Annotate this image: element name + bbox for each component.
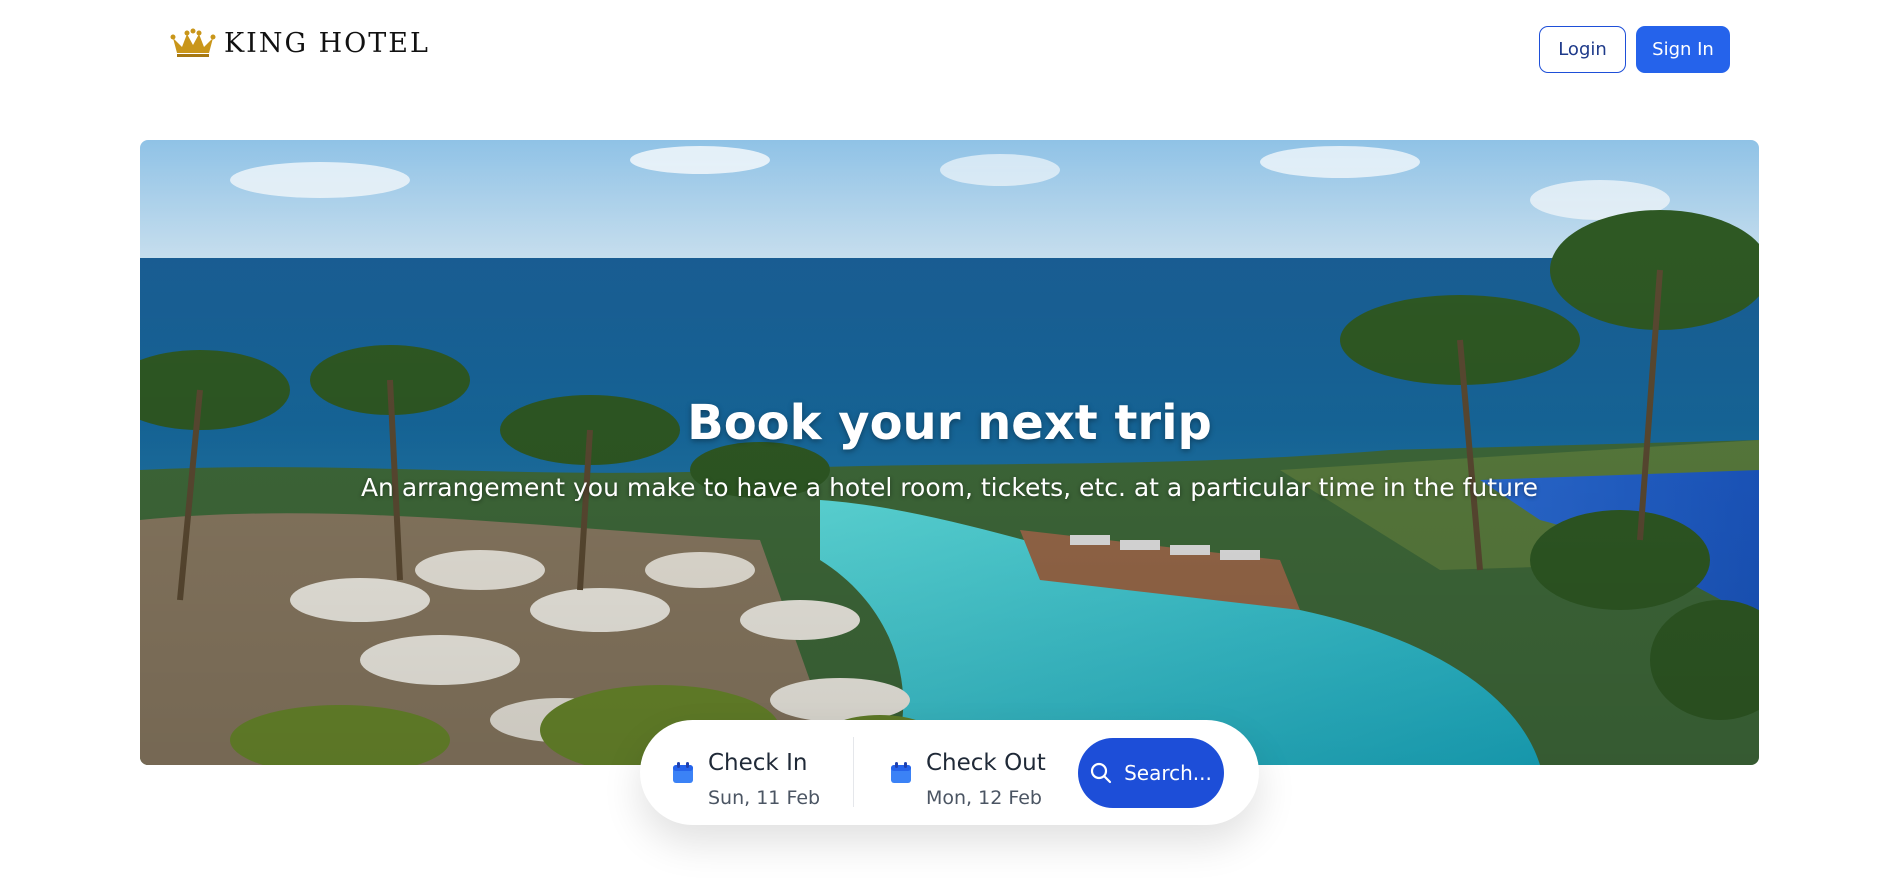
- check-in-date: Sun, 11 Feb: [708, 787, 821, 809]
- calendar-icon: [673, 762, 693, 783]
- hero-image: [140, 140, 1759, 765]
- site-header: KING HOTEL Login Sign In: [0, 0, 1898, 100]
- sign-in-button[interactable]: Sign In: [1636, 26, 1730, 73]
- calendar-icon: [891, 762, 911, 783]
- search-button-label: Search...: [1124, 761, 1212, 785]
- login-button[interactable]: Login: [1539, 26, 1626, 73]
- hero-banner: Book your next trip An arrangement you m…: [140, 140, 1759, 765]
- search-button[interactable]: Search...: [1078, 738, 1224, 808]
- check-out-date: Mon, 12 Feb: [926, 787, 1042, 809]
- check-in-field[interactable]: Check In Sun, 11 Feb: [672, 738, 832, 809]
- check-out-field[interactable]: Check Out Mon, 12 Feb: [890, 738, 1060, 809]
- field-divider: [853, 737, 854, 807]
- check-in-label: Check In: [708, 750, 808, 776]
- brand-logo[interactable]: KING HOTEL: [170, 28, 430, 58]
- hero-subtitle: An arrangement you make to have a hotel …: [360, 473, 1539, 502]
- search-icon: [1090, 762, 1112, 784]
- crown-icon: [170, 28, 216, 57]
- brand-name: KING HOTEL: [224, 27, 430, 59]
- booking-search-bar: Check In Sun, 11 Feb Check Out Mon, 12 F…: [640, 720, 1259, 825]
- hero-title: Book your next trip: [687, 395, 1212, 451]
- check-out-label: Check Out: [926, 750, 1046, 776]
